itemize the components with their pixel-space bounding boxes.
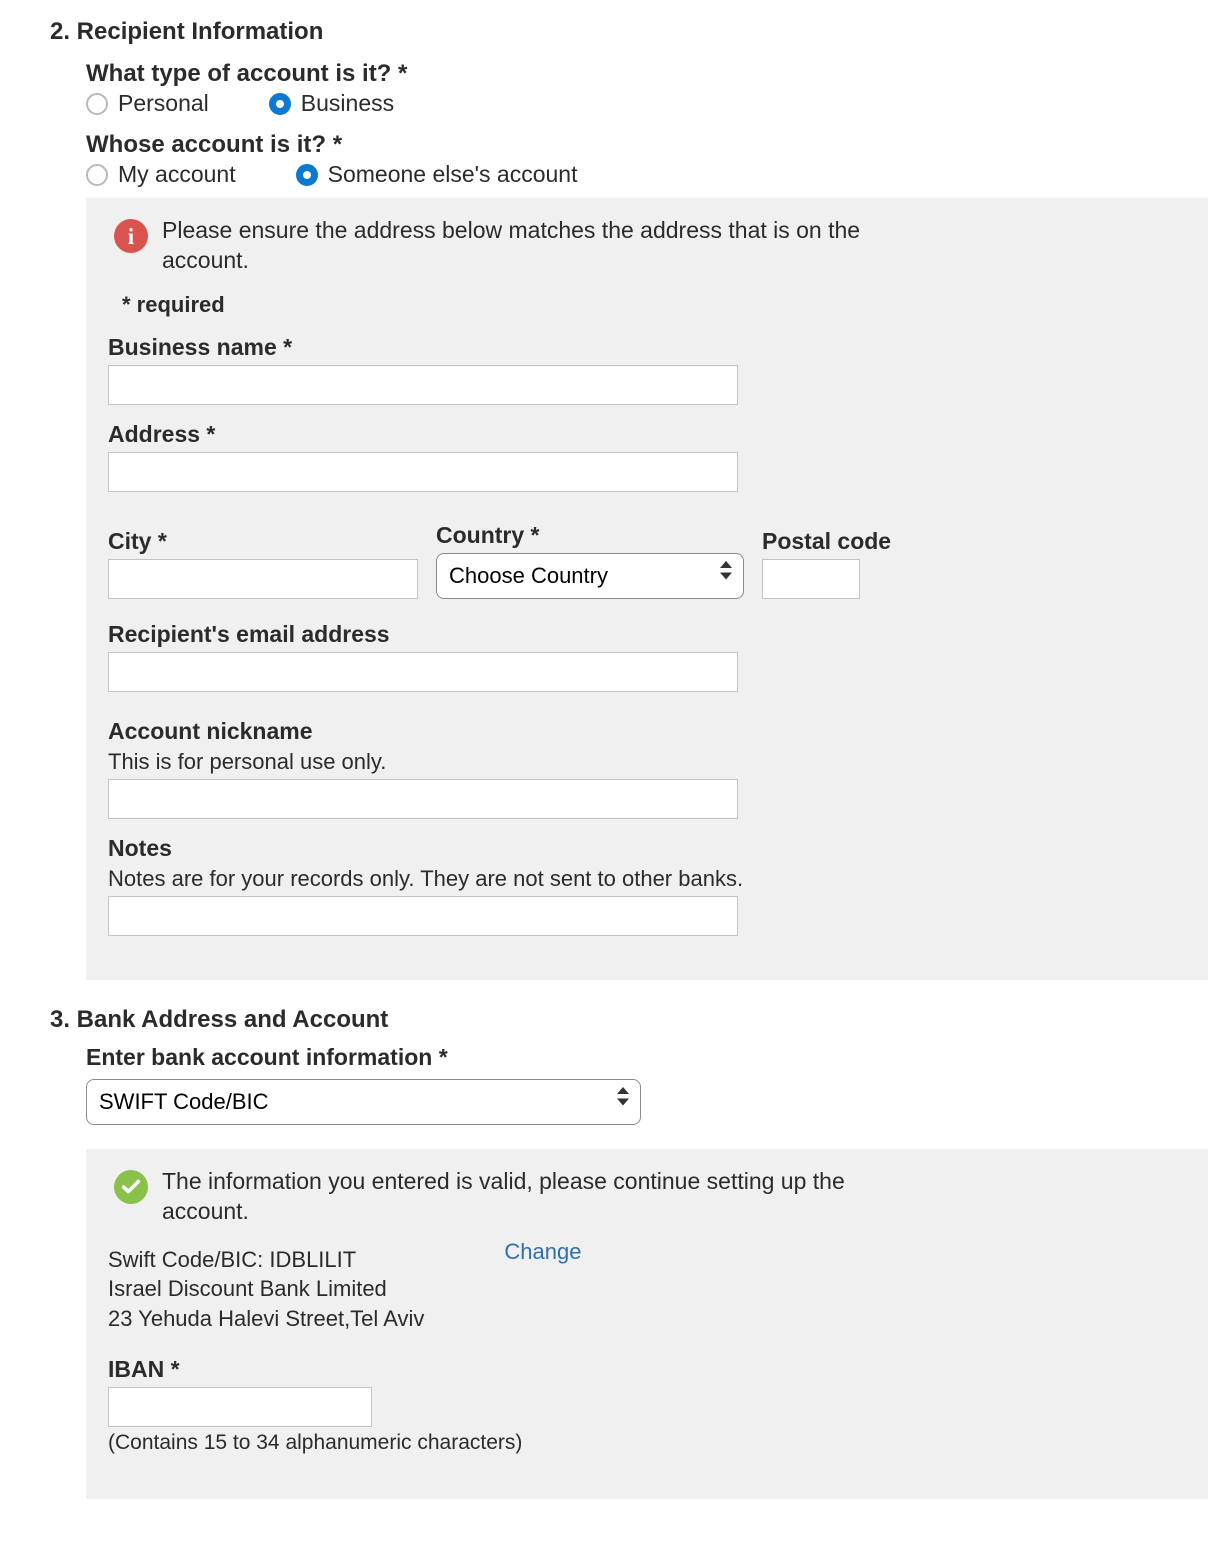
whose-account-label: Whose account is it? *: [86, 131, 1208, 159]
postal-label: Postal code: [762, 528, 891, 555]
notes-hint: Notes are for your records only. They ar…: [108, 866, 1208, 892]
country-select-wrap: Choose Country: [436, 553, 744, 599]
info-text: Please ensure the address below matches …: [162, 216, 934, 276]
bank-address-line: 23 Yehuda Halevi Street,Tel Aviv: [108, 1304, 424, 1334]
email-label: Recipient's email address: [108, 621, 1208, 648]
section-3-title: 3. Bank Address and Account: [50, 1006, 1208, 1034]
bank-valid-note: The information you entered is valid, pl…: [114, 1167, 934, 1227]
radio-label: Personal: [118, 90, 209, 117]
account-type-personal[interactable]: Personal: [86, 90, 209, 117]
radio-unchecked-icon: [86, 164, 108, 186]
city-input[interactable]: [108, 559, 418, 599]
iban-input[interactable]: [108, 1387, 372, 1427]
whose-account-mine[interactable]: My account: [86, 161, 236, 188]
recipient-panel: i Please ensure the address below matche…: [86, 198, 1208, 980]
bank-panel: The information you entered is valid, pl…: [86, 1149, 1208, 1499]
radio-checked-icon: [269, 93, 291, 115]
account-type-radio-group: Personal Business: [86, 90, 1208, 117]
city-label: City *: [108, 528, 418, 555]
address-input[interactable]: [108, 452, 738, 492]
radio-label: Business: [301, 90, 394, 117]
info-icon: i: [114, 219, 148, 253]
bank-info-select-wrap: SWIFT Code/BIC: [86, 1079, 641, 1125]
change-link[interactable]: Change: [504, 1239, 581, 1264]
radio-unchecked-icon: [86, 93, 108, 115]
radio-label: My account: [118, 161, 236, 188]
notes-input[interactable]: [108, 896, 738, 936]
postal-input[interactable]: [762, 559, 860, 599]
valid-text: The information you entered is valid, pl…: [162, 1167, 934, 1227]
account-type-business[interactable]: Business: [269, 90, 394, 117]
whose-account-someone[interactable]: Someone else's account: [296, 161, 578, 188]
address-label: Address *: [108, 421, 1208, 448]
nickname-input[interactable]: [108, 779, 738, 819]
required-indicator: * required: [122, 292, 1208, 318]
business-name-input[interactable]: [108, 365, 738, 405]
radio-checked-icon: [296, 164, 318, 186]
section-2-title: 2. Recipient Information: [50, 18, 1208, 46]
bank-name-line: Israel Discount Bank Limited: [108, 1274, 424, 1304]
whose-account-radio-group: My account Someone else's account: [86, 161, 1208, 188]
bank-info-select[interactable]: SWIFT Code/BIC: [86, 1079, 641, 1125]
iban-hint: (Contains 15 to 34 alphanumeric characte…: [108, 1431, 1208, 1455]
notes-label: Notes: [108, 835, 1208, 862]
radio-label: Someone else's account: [328, 161, 578, 188]
check-icon: [114, 1170, 148, 1204]
country-label: Country *: [436, 522, 744, 549]
swift-line: Swift Code/BIC: IDBLILIT: [108, 1245, 424, 1275]
email-input[interactable]: [108, 652, 738, 692]
business-name-label: Business name *: [108, 334, 1208, 361]
nickname-hint: This is for personal use only.: [108, 749, 1208, 775]
country-select[interactable]: Choose Country: [436, 553, 744, 599]
bank-info-label: Enter bank account information *: [86, 1044, 1208, 1071]
address-match-note: i Please ensure the address below matche…: [114, 216, 934, 276]
iban-label: IBAN *: [108, 1356, 1208, 1383]
nickname-label: Account nickname: [108, 718, 1208, 745]
account-type-label: What type of account is it? *: [86, 60, 1208, 88]
